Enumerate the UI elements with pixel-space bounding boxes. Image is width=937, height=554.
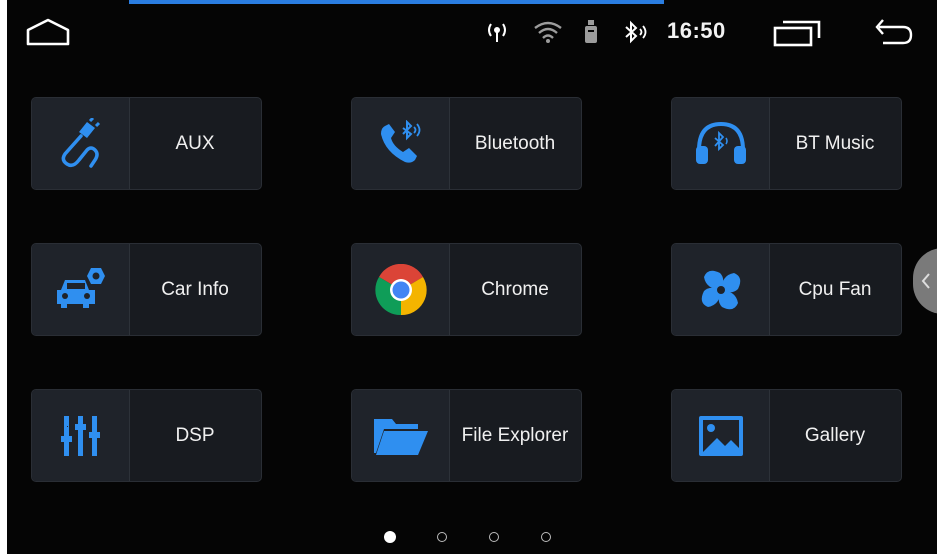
page-indicator-4[interactable]: [541, 532, 551, 542]
page-indicator-1[interactable]: [384, 531, 396, 543]
hotspot-icon: [488, 23, 506, 42]
app-label: DSP: [175, 424, 215, 446]
wifi-icon: [534, 21, 562, 43]
app-icon-area: [32, 244, 130, 335]
app-tile-cpu-fan[interactable]: Cpu Fan: [671, 243, 902, 336]
side-drawer-handle[interactable]: [913, 248, 937, 314]
recent-apps-icon[interactable]: [772, 18, 824, 48]
equalizer-icon: [60, 415, 100, 456]
app-tile-bt-music[interactable]: BT Music: [671, 97, 902, 190]
app-icon-area: [672, 390, 770, 481]
app-label: Car Info: [161, 278, 229, 300]
app-tile-bluetooth[interactable]: Bluetooth: [351, 97, 582, 190]
app-tile-gallery[interactable]: Gallery: [671, 389, 902, 482]
app-icon-area: [672, 244, 770, 335]
app-label: Gallery: [804, 424, 866, 446]
fan-icon: [701, 270, 740, 309]
status-bar: 16:50: [7, 0, 937, 68]
page-indicator-2[interactable]: [437, 532, 447, 542]
home-screen: 16:50 AUX Bluetooth BT Music Car Info Ch…: [7, 0, 937, 554]
app-icon-area: [672, 98, 770, 189]
app-label: Cpu Fan: [798, 278, 872, 300]
app-label: Bluetooth: [474, 132, 556, 154]
bluetooth-phone-icon: [380, 119, 420, 163]
app-tile-car-info[interactable]: Car Info: [31, 243, 262, 336]
bluetooth-icon: [625, 20, 647, 44]
app-tile-dsp[interactable]: DSP: [31, 389, 262, 482]
headphones-icon: [695, 121, 746, 164]
car-info-icon: [56, 267, 105, 308]
app-icon-area: [352, 244, 450, 335]
app-tile-chrome[interactable]: Chrome: [351, 243, 582, 336]
chrome-icon: [374, 263, 427, 315]
aux-cable-icon: [61, 117, 100, 168]
home-icon[interactable]: [25, 17, 71, 47]
app-tile-file-explorer[interactable]: File Explorer: [351, 389, 582, 482]
app-tile-aux[interactable]: AUX: [31, 97, 262, 190]
back-icon[interactable]: [869, 17, 915, 47]
clock: 16:50: [667, 18, 726, 43]
chevron-left-icon: [921, 273, 930, 289]
folder-icon: [373, 418, 428, 455]
page-indicator-3[interactable]: [489, 532, 499, 542]
app-icon-area: [32, 98, 130, 189]
app-icon-area: [352, 98, 450, 189]
app-icon-area: [32, 390, 130, 481]
app-label: AUX: [175, 132, 215, 154]
app-label: BT Music: [795, 132, 875, 154]
app-label: Chrome: [481, 278, 549, 300]
app-label: File Explorer: [461, 424, 569, 446]
image-icon: [698, 415, 743, 456]
app-icon-area: [352, 390, 450, 481]
usb-icon: [585, 20, 597, 43]
